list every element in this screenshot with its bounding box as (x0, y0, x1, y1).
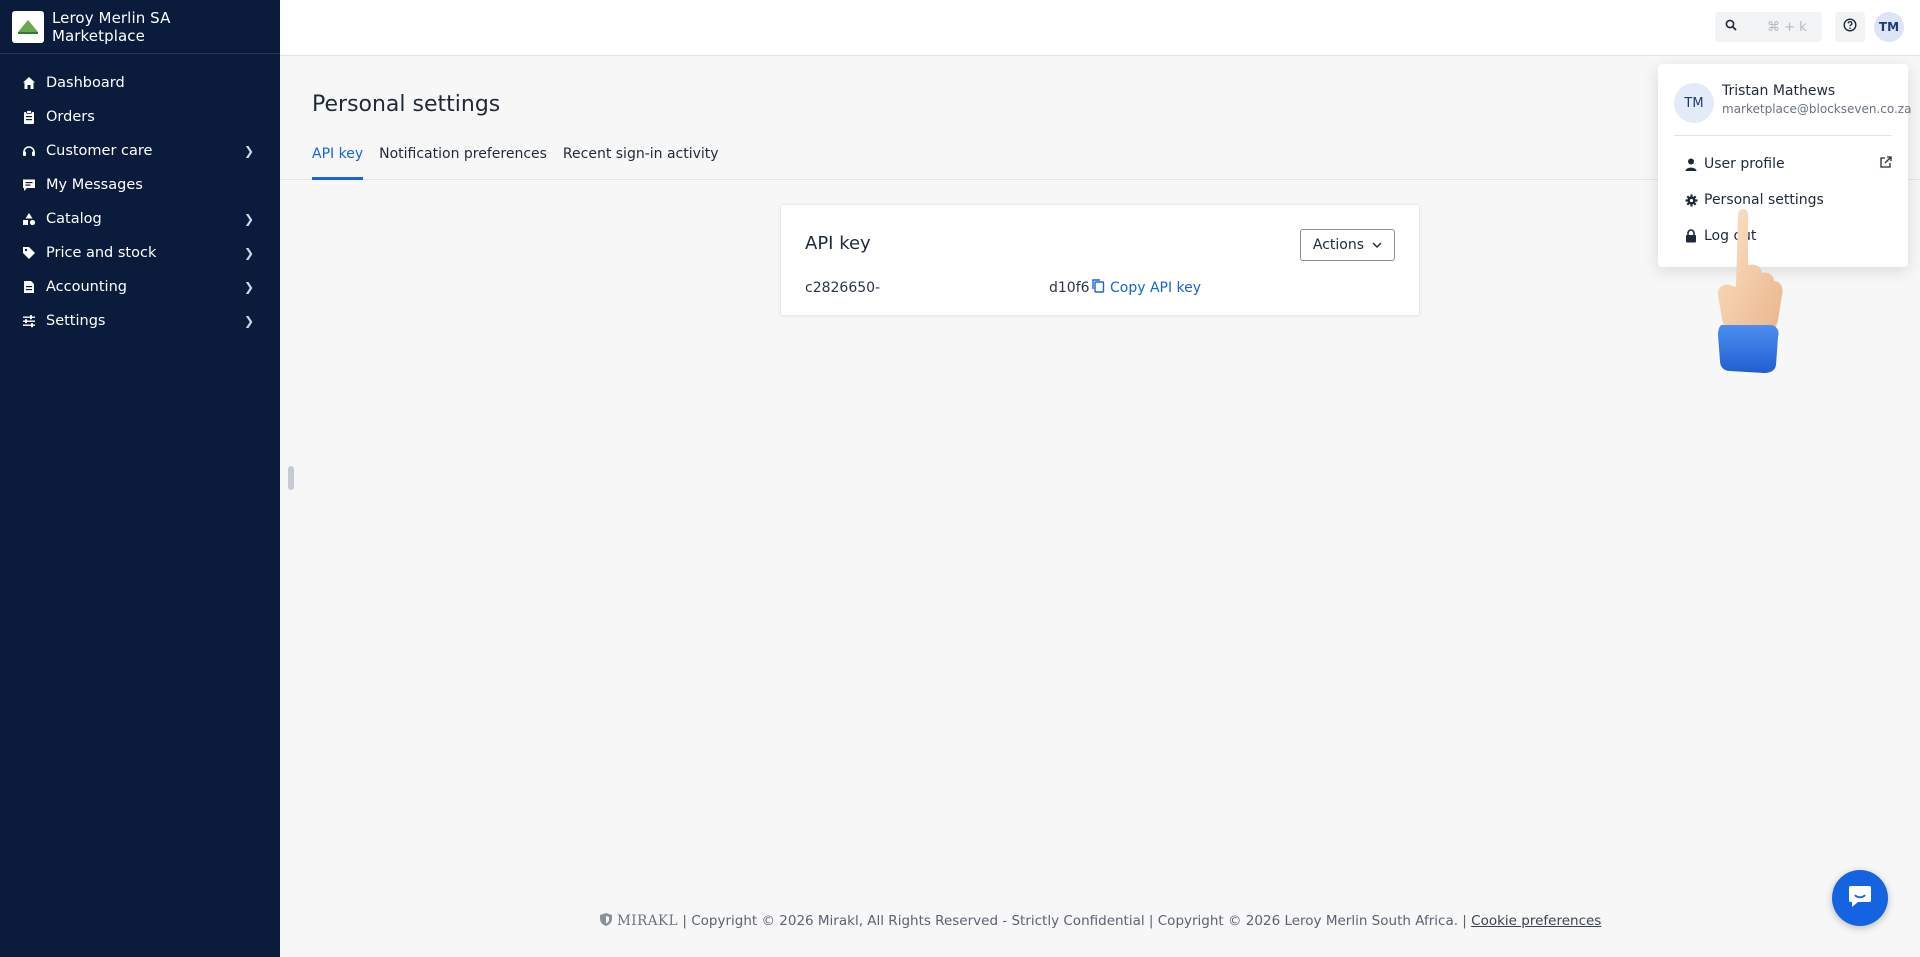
copy-icon (1091, 278, 1105, 297)
lock-icon (1684, 229, 1698, 243)
shapes-icon (22, 212, 36, 226)
tag-icon (22, 246, 36, 260)
sidebar-item-label: Dashboard (46, 75, 125, 91)
headset-icon (22, 144, 36, 158)
footer-copyright: | Copyright © 2026 Mirakl, All Rights Re… (682, 913, 1467, 929)
sidebar-item-label: Catalog (46, 211, 102, 227)
api-key-value-start: c2826650- (805, 280, 881, 296)
api-key-value-end: d10f6 (1049, 280, 1090, 296)
invoice-icon (22, 280, 36, 294)
sidebar-resize-handle[interactable] (288, 466, 294, 490)
search-shortcut: ⌘ + k (1767, 19, 1807, 35)
tab-api-key[interactable]: API key (312, 146, 364, 180)
sidebar-item-catalog[interactable]: Catalog ❯ (0, 202, 280, 236)
actions-button[interactable]: Actions (1299, 229, 1395, 261)
sidebar-item-label: My Messages (46, 177, 143, 193)
gear-icon (1684, 193, 1698, 207)
home-icon (22, 76, 36, 90)
chevron-right-icon: ❯ (243, 212, 254, 226)
sidebar-item-my-messages[interactable]: My Messages (0, 168, 280, 202)
user-avatar: TM (1674, 83, 1714, 123)
api-key-card: API key Actions c2826650- d10f6 Copy API… (780, 204, 1420, 316)
actions-label: Actions (1312, 237, 1364, 253)
chat-icon (1846, 882, 1874, 914)
chevron-right-icon: ❯ (243, 314, 254, 328)
search-input[interactable]: ⌘ + k (1715, 12, 1822, 42)
sidebar-item-label: Price and stock (46, 245, 157, 261)
sidebar-item-settings[interactable]: Settings ❯ (0, 304, 280, 338)
footer: MIRAKL | Copyright © 2026 Mirakl, All Ri… (280, 912, 1920, 929)
sidebar-item-accounting[interactable]: Accounting ❯ (0, 270, 280, 304)
sidebar-item-orders[interactable]: Orders (0, 100, 280, 134)
sidebar-nav: Dashboard Orders Customer care ❯ My Mess… (0, 54, 280, 338)
pointing-hand-icon (1700, 205, 1790, 375)
brand-logo (12, 10, 44, 43)
mirakl-shield-icon (599, 913, 613, 929)
topbar: ⌘ + k TM (280, 0, 1920, 56)
chevron-right-icon: ❯ (243, 280, 254, 294)
user-email: marketplace@blockseven.co.za (1722, 102, 1912, 116)
sidebar-item-dashboard[interactable]: Dashboard (0, 66, 280, 100)
sidebar-item-label: Settings (46, 313, 106, 329)
copy-api-key-label: Copy API key (1110, 279, 1202, 296)
sidebar-item-label: Customer care (46, 143, 153, 159)
tab-notification-preferences[interactable]: Notification preferences (379, 146, 547, 180)
user-name: Tristan Mathews (1722, 83, 1836, 99)
menu-item-label: User profile (1704, 156, 1785, 172)
help-icon (1843, 18, 1857, 36)
sidebar: Leroy Merlin SA Marketplace Dashboard Or… (0, 0, 280, 957)
page-title: Personal settings (312, 92, 501, 117)
search-icon (1725, 19, 1737, 35)
message-icon (22, 178, 36, 192)
help-button[interactable] (1835, 12, 1865, 42)
chat-support-button[interactable] (1832, 870, 1888, 926)
sidebar-item-label: Orders (46, 109, 95, 125)
sidebar-item-price-and-stock[interactable]: Price and stock ❯ (0, 236, 280, 270)
chevron-down-icon (1372, 240, 1382, 251)
card-title: API key (805, 233, 871, 254)
user-avatar-button[interactable]: TM (1874, 12, 1904, 42)
tab-recent-sign-in-activity[interactable]: Recent sign-in activity (563, 146, 719, 180)
clipboard-icon (22, 110, 36, 124)
sidebar-item-customer-care[interactable]: Customer care ❯ (0, 134, 280, 168)
chevron-right-icon: ❯ (243, 144, 254, 158)
menu-item-user-profile[interactable]: User profile (1684, 152, 1892, 176)
chevron-right-icon: ❯ (243, 246, 254, 260)
mirakl-logo-text: MIRAKL (616, 913, 679, 929)
brand-name: Leroy Merlin SA Marketplace (51, 8, 171, 45)
user-icon (1684, 157, 1698, 171)
divider (1674, 135, 1892, 136)
cookie-preferences-link[interactable]: Cookie preferences (1471, 913, 1601, 929)
sidebar-item-label: Accounting (46, 279, 127, 295)
copy-api-key-link[interactable]: Copy API key (1091, 278, 1201, 297)
brand[interactable]: Leroy Merlin SA Marketplace (0, 0, 280, 54)
external-link-icon (1879, 155, 1892, 173)
sliders-icon (22, 314, 36, 328)
